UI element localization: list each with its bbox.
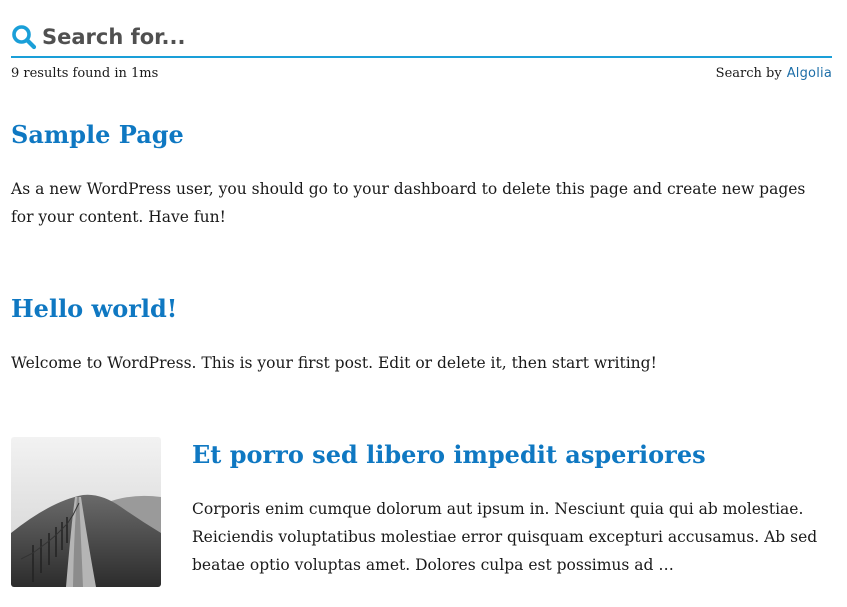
search-results-page: 9 results found in 1ms Search by Algolia… — [0, 0, 847, 607]
result-excerpt: Corporis enim cumque dolorum aut ipsum i… — [192, 500, 818, 574]
search-bar — [11, 18, 832, 58]
result-title[interactable]: Sample Page — [11, 120, 184, 149]
result-title[interactable]: Hello world! — [11, 294, 177, 323]
search-meta: 9 results found in 1ms Search by Algolia — [11, 64, 832, 82]
search-icon[interactable] — [11, 24, 37, 50]
results-stats: 9 results found in 1ms — [11, 65, 159, 81]
search-input[interactable] — [42, 22, 812, 52]
result-title[interactable]: Et porro sed libero impedit asperiores — [192, 440, 706, 469]
result-excerpt: Welcome to WordPress. This is your first… — [11, 354, 657, 372]
algolia-logo[interactable]: Algolia — [787, 66, 832, 81]
powered-by-label: Search by — [715, 65, 782, 81]
result-thumbnail[interactable] — [11, 437, 161, 587]
powered-by[interactable]: Search by Algolia — [716, 66, 832, 81]
result-excerpt: As a new WordPress user, you should go t… — [11, 180, 806, 226]
